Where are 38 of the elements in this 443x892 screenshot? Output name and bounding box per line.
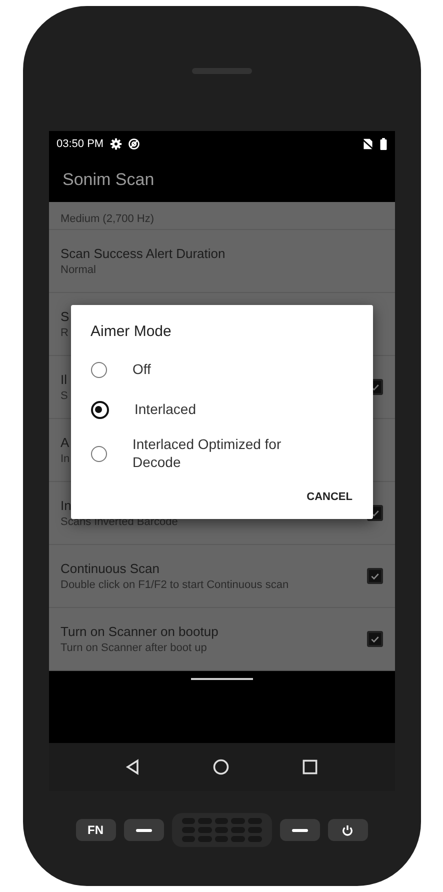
- radio-button[interactable]: [90, 446, 106, 462]
- setting-subtitle: Turn on Scanner after boot up: [60, 642, 207, 654]
- setting-title: A: [60, 435, 70, 450]
- setting-subtitle: S: [60, 390, 68, 402]
- dash-key[interactable]: [124, 819, 164, 841]
- target-icon: [128, 138, 140, 150]
- checkbox[interactable]: [366, 631, 382, 647]
- setting-title: S: [60, 309, 70, 324]
- app-title: Sonim Scan: [62, 170, 154, 190]
- setting-subtitle: Double click on F1/F2 to start Continuous scan: [60, 579, 289, 591]
- setting-title: Scan Success Alert Duration: [60, 246, 226, 261]
- status-time: 03:50 PM: [56, 138, 104, 150]
- recents-icon[interactable]: [301, 758, 320, 776]
- setting-title: In: [60, 498, 72, 513]
- setting-subtitle: R: [60, 327, 68, 339]
- option-label[interactable]: Off: [132, 361, 151, 379]
- setting-title: Continuous Scan: [60, 561, 160, 576]
- radio-button[interactable]: [90, 401, 108, 419]
- battery-icon: [380, 138, 386, 150]
- gesture-handle[interactable]: [190, 678, 252, 680]
- power-icon: [341, 824, 354, 836]
- dialog-title: Aimer Mode: [90, 323, 172, 342]
- radio-button[interactable]: [90, 362, 106, 378]
- setting-subtitle: Medium (2,700 Hz): [60, 213, 154, 225]
- option-label[interactable]: Interlaced Optimized for Decode: [132, 436, 332, 471]
- fn-key[interactable]: FN: [76, 819, 116, 841]
- setting-title: Il: [60, 372, 67, 387]
- dash-key[interactable]: [280, 819, 320, 841]
- checkbox[interactable]: [366, 568, 382, 584]
- setting-subtitle: Normal: [60, 264, 96, 276]
- cancel-button[interactable]: CANCEL: [306, 485, 352, 509]
- home-icon[interactable]: [212, 758, 230, 776]
- setting-title: Turn on Scanner on bootup: [60, 624, 218, 639]
- gear-icon: [110, 138, 122, 150]
- setting-subtitle: In: [60, 453, 70, 465]
- no-sim-icon: [362, 138, 374, 150]
- option-label[interactable]: Interlaced: [134, 401, 196, 419]
- power-key[interactable]: [328, 819, 368, 841]
